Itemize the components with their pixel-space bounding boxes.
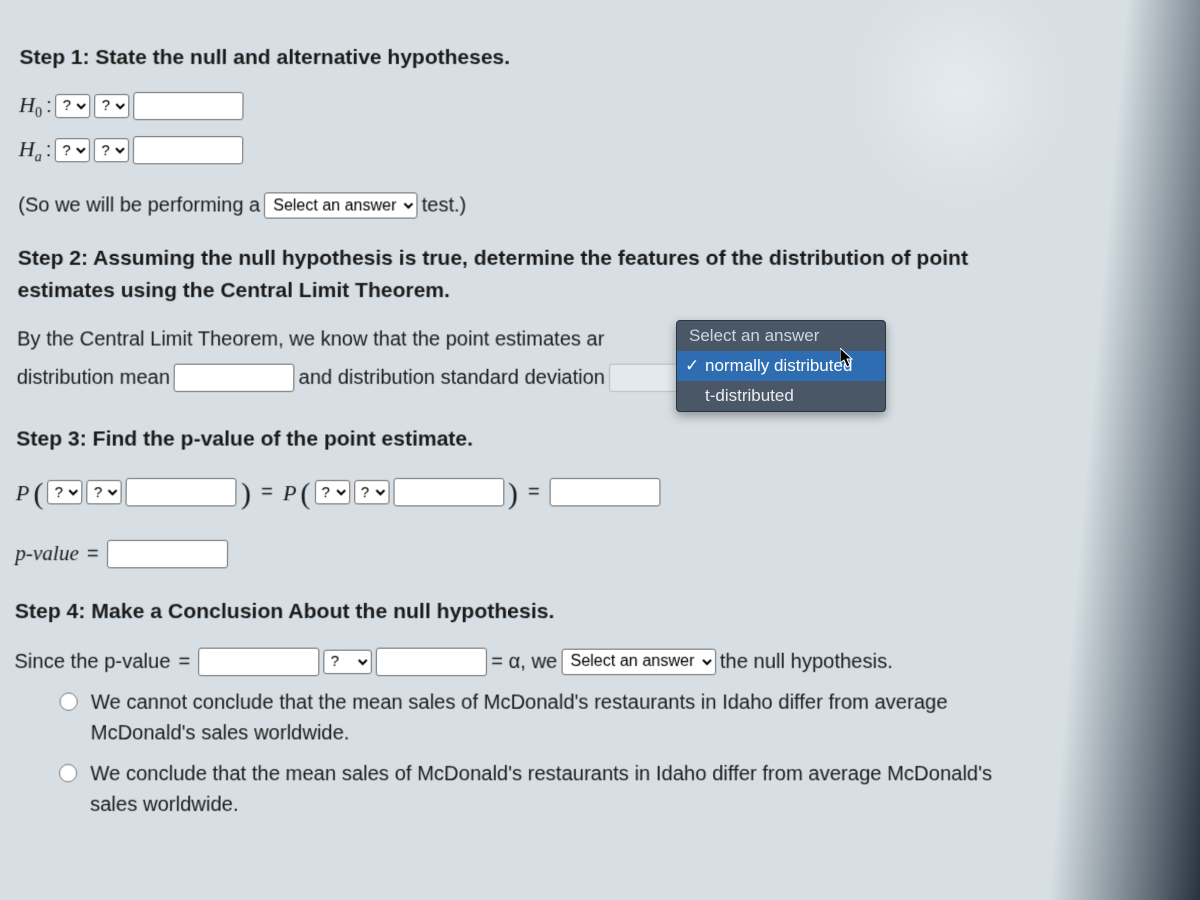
conclusion-radio-1[interactable] xyxy=(59,692,77,710)
ha-param-select[interactable]: ? xyxy=(55,138,90,162)
conclusion-radio-2-label: We conclude that the mean sales of McDon… xyxy=(90,759,1045,820)
p2-value-input[interactable] xyxy=(393,478,504,506)
ha-row: Ha : ? ? xyxy=(19,132,1182,169)
decision-select[interactable]: Select an answer xyxy=(561,648,716,674)
dist-mean-label: distribution mean xyxy=(17,363,170,393)
step1-heading: Step 1: State the null and alternative h… xyxy=(19,42,1180,74)
step2-heading: Step 2: Assuming the null hypothesis is … xyxy=(17,243,1021,306)
since-pre: Since the p-value xyxy=(14,646,170,677)
test-sentence-post: test.) xyxy=(422,191,467,221)
conclusion-radio-1-row: We cannot conclude that the mean sales o… xyxy=(54,687,1045,748)
h0-operator-select[interactable]: ? xyxy=(95,94,130,118)
h0-value-input[interactable] xyxy=(134,92,244,120)
test-type-select[interactable]: Select an answer xyxy=(264,193,418,219)
pvalue-input[interactable] xyxy=(107,539,228,567)
h0-colon: : xyxy=(46,91,52,121)
p-symbol-2: P xyxy=(283,476,297,509)
dist-sd-label: and distribution standard deviation xyxy=(299,363,605,393)
clt-row-1: By the Central Limit Theorem, we know th… xyxy=(17,325,1183,355)
step3-heading: Step 3: Find the p-value of the point es… xyxy=(16,424,1184,456)
worksheet-content: Step 1: State the null and alternative h… xyxy=(0,0,1200,847)
conclusion-radio-1-label: We cannot conclude that the mean sales o… xyxy=(91,687,1045,748)
conclusion-radio-2-row: We conclude that the mean sales of McDon… xyxy=(54,759,1046,820)
dropdown-header: Select an answer xyxy=(677,321,885,351)
compare-op-select[interactable]: ? xyxy=(324,649,373,673)
p1-var-select[interactable]: ? xyxy=(47,480,82,504)
null-post: the null hypothesis. xyxy=(720,646,893,677)
p-symbol-1: P xyxy=(16,476,30,509)
dist-mean-input[interactable] xyxy=(174,364,295,392)
eq-2: = xyxy=(528,477,540,507)
p2-op-select[interactable]: ? xyxy=(354,480,389,504)
h0-row: H0 : ? ? xyxy=(19,88,1181,124)
alpha-text: = α, we xyxy=(491,646,557,677)
conclusion-row: Since the p-value = ? = α, we Select an … xyxy=(14,646,1185,677)
pvalue-row: p-value = xyxy=(15,538,1185,570)
test-sentence-pre: (So we will be performing a xyxy=(18,191,260,221)
clt-text-pre: By the Central Limit Theorem, we know th… xyxy=(17,325,604,355)
h0-param-select[interactable]: ? xyxy=(56,94,91,118)
alpha-input[interactable] xyxy=(376,647,487,676)
p-result-input[interactable] xyxy=(550,478,661,506)
dropdown-option-normal[interactable]: normally distributed xyxy=(677,351,885,381)
pvalue-label: p-value xyxy=(15,538,79,570)
ha-value-input[interactable] xyxy=(133,136,243,164)
p1-op-select[interactable]: ? xyxy=(87,480,122,504)
conclusion-radio-2[interactable] xyxy=(59,764,77,782)
pvalue-eq: = xyxy=(87,538,99,568)
test-type-row: (So we will be performing a Select an an… xyxy=(18,191,1182,221)
since-eq: = xyxy=(178,646,190,677)
distribution-dropdown-open[interactable]: Select an answer normally distributed t-… xyxy=(676,320,886,412)
dropdown-option-t[interactable]: t-distributed xyxy=(677,381,885,411)
step4-heading: Step 4: Make a Conclusion About the null… xyxy=(15,596,1186,628)
ha-colon: : xyxy=(46,135,52,165)
conclusion-pvalue-input[interactable] xyxy=(198,647,319,676)
pvalue-calc-row: P( ? ? ) = P( ? ? ) = xyxy=(16,476,1185,509)
p1-value-input[interactable] xyxy=(126,478,237,506)
h0-symbol: H0 xyxy=(19,88,42,124)
ha-symbol: Ha xyxy=(19,132,42,169)
p2-var-select[interactable]: ? xyxy=(315,480,350,504)
ha-operator-select[interactable]: ? xyxy=(94,138,129,162)
clt-row-2: distribution mean and distribution stand… xyxy=(17,363,1184,393)
eq-1: = xyxy=(261,477,273,507)
